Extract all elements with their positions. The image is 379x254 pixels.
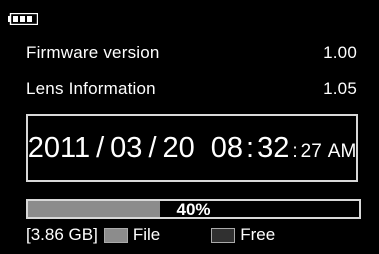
firmware-row: Firmware version 1.00 [26,41,357,65]
time-separator: : [292,140,298,162]
hour: 08 [210,131,244,164]
lens-info-row: Lens Information 1.05 [26,77,357,101]
second: 27 [300,140,322,162]
time-separator: : [246,131,255,164]
storage-legend: [3.86 GB] File Free [26,224,361,246]
date-separator: / [148,131,157,164]
date-time-display: 2011 / 03 / 20 08 : 32 : 27 AM [26,114,358,182]
battery-icon [8,13,38,25]
firmware-label: Firmware version [26,43,160,62]
year: 2011 [27,131,91,164]
date-separator: / [96,131,105,164]
day: 20 [162,131,195,164]
minute: 32 [257,131,290,164]
lens-info-value: 1.05 [323,79,357,98]
file-swatch-icon [103,227,128,243]
storage-capacity: [3.86 GB] [26,225,98,244]
free-label: Free [240,225,276,244]
storage-used-percent: 40% [176,200,211,219]
lens-info-label: Lens Information [26,79,156,98]
file-label: File [132,225,161,244]
am-pm: AM [327,140,357,162]
month: 03 [110,131,143,164]
storage-usage-bar: 40% [26,199,361,219]
free-swatch-icon [211,227,236,243]
firmware-value: 1.00 [323,43,357,62]
